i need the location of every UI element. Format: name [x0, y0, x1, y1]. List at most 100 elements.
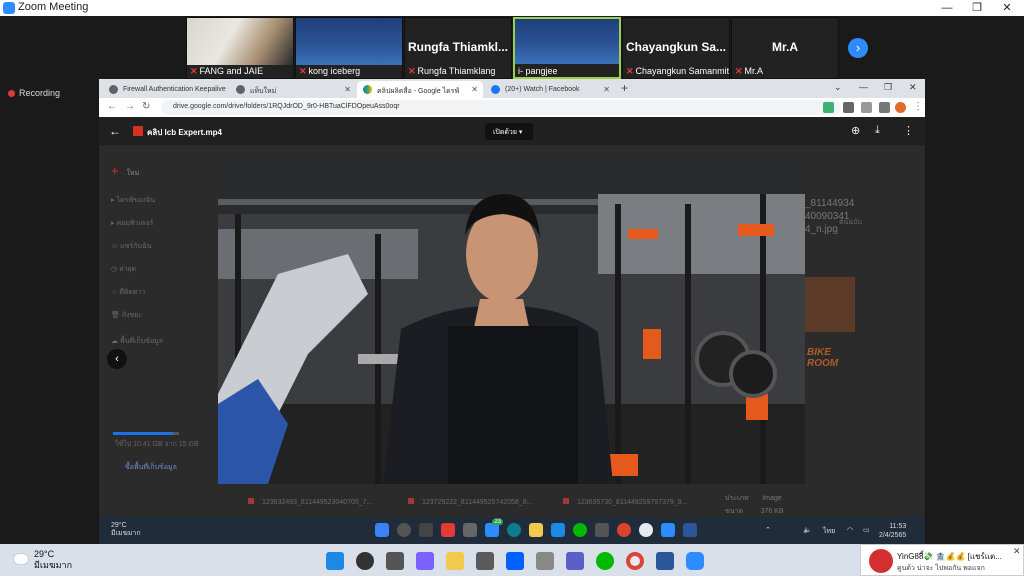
- sidebar-item-computers[interactable]: ▸ คอมพิวเตอร์: [111, 218, 153, 229]
- tab-google-drive[interactable]: คลิปผลิตสื่อ - Google ไดรฟ์ ✕: [357, 81, 483, 98]
- recording-indicator[interactable]: Recording: [8, 88, 60, 98]
- weather-widget[interactable]: 29°C มีเมฆมาก: [111, 522, 141, 538]
- battery-icon[interactable]: ▭: [863, 526, 870, 534]
- app-icon[interactable]: [595, 523, 609, 537]
- download-icon[interactable]: ⤓: [875, 124, 880, 137]
- windows-app-icon[interactable]: [463, 523, 477, 537]
- tab-new-tab[interactable]: แท็บใหม่ ✕: [230, 81, 356, 98]
- open-with-button[interactable]: เปิดด้วย ▾: [485, 123, 533, 140]
- new-button[interactable]: + ใหม่: [111, 163, 139, 179]
- clock[interactable]: 11:53 2/4/2565: [879, 522, 906, 540]
- notification-toast[interactable]: YinG88ี้💸 🏦💰💰 [แชร์แต... คูนด้ว น่าจะ ไป…: [860, 544, 1024, 576]
- search-icon[interactable]: [356, 552, 374, 570]
- task-view-icon[interactable]: [386, 552, 404, 570]
- notepad-icon[interactable]: [476, 552, 494, 570]
- back-arrow-icon[interactable]: ←: [109, 124, 121, 138]
- video-player[interactable]: [218, 154, 805, 484]
- mic-muted-icon: ✕: [735, 66, 743, 76]
- line-icon[interactable]: [596, 552, 614, 570]
- teams-chat-icon[interactable]: [416, 552, 434, 570]
- participant-tile-active-speaker[interactable]: i- pangjee: [513, 17, 621, 79]
- extension-icon[interactable]: [823, 102, 834, 113]
- chevron-down-icon[interactable]: ⌄: [834, 82, 842, 93]
- reload-icon[interactable]: ↻: [142, 101, 150, 112]
- close-notification-icon[interactable]: ✕: [1013, 546, 1021, 557]
- forward-icon[interactable]: →: [125, 101, 135, 112]
- participant-tile[interactable]: Mr.A ✕ Mr.A: [731, 17, 839, 79]
- close-tab-icon[interactable]: ✕: [471, 85, 478, 94]
- windows-start-icon[interactable]: [326, 552, 344, 570]
- participant-tile[interactable]: Rungfa Thiamkl... ✕ Rungfa Thiamklang: [404, 17, 512, 79]
- maximize-icon[interactable]: ❐: [963, 0, 991, 16]
- mic-muted-icon: ✕: [299, 66, 307, 76]
- zoom-icon[interactable]: [661, 523, 675, 537]
- folder-icon[interactable]: [529, 523, 543, 537]
- close-tab-icon[interactable]: ✕: [344, 85, 351, 94]
- zoom-icon[interactable]: [686, 552, 704, 570]
- line-icon[interactable]: [573, 523, 587, 537]
- sidebar-item-starred[interactable]: ☆ ที่ติดดาว: [111, 287, 145, 298]
- dropbox-icon[interactable]: [506, 552, 524, 570]
- powerpoint-icon[interactable]: [617, 523, 631, 537]
- chrome-icon[interactable]: [639, 523, 653, 537]
- participant-tile[interactable]: ✕ FANG and JAIE: [186, 17, 294, 79]
- tray-chevron-icon[interactable]: ⌃: [765, 526, 771, 534]
- wifi-icon[interactable]: ◠: [847, 526, 853, 534]
- file-item[interactable]: 123635730_811449259797379_9...: [563, 498, 687, 506]
- back-icon[interactable]: ←: [107, 101, 117, 112]
- gift-app-icon[interactable]: [441, 523, 455, 537]
- sidebar-icon[interactable]: [879, 102, 890, 113]
- word-icon[interactable]: [683, 523, 697, 537]
- tab-firewall[interactable]: Firewall Authentication Keepalive: [103, 81, 229, 98]
- cloud-icon: [14, 554, 28, 564]
- close-icon[interactable]: ✕: [993, 0, 1021, 16]
- task-view-icon[interactable]: [419, 523, 433, 537]
- windows-start-icon[interactable]: [375, 523, 389, 537]
- edge-icon[interactable]: [507, 523, 521, 537]
- file-item[interactable]: 123632493_811449523040705_7...: [248, 498, 372, 506]
- mail-icon[interactable]: 23: [485, 519, 503, 537]
- menu-icon[interactable]: ⋮: [913, 101, 923, 112]
- file-item[interactable]: 123729222_811449525742058_8...: [408, 498, 532, 506]
- camera-feed: [296, 18, 402, 65]
- next-page-button[interactable]: ›: [848, 38, 868, 58]
- participant-tile[interactable]: Chayangkun Sa... ✕ Chayangkun Samanmit: [622, 17, 730, 79]
- snipping-tool-icon[interactable]: [536, 552, 554, 570]
- language-indicator[interactable]: ไทย: [823, 526, 835, 537]
- tab-facebook[interactable]: (20+) Watch | Facebook ✕: [485, 81, 615, 98]
- puzzle-icon[interactable]: [843, 102, 854, 113]
- minimize-icon[interactable]: —: [859, 82, 868, 92]
- mic-muted-icon: ✕: [190, 66, 198, 76]
- previous-file-button[interactable]: ‹: [107, 349, 127, 369]
- sidebar-item-shared[interactable]: ☺ แชร์กับฉัน: [111, 241, 151, 252]
- shared-taskbar: 29°C มีเมฆมาก 23 ⌃ 🔈 ไทย ◠ ▭ 11:53 2/4/256…: [99, 517, 925, 544]
- original-label: ต้นฉบับ: [839, 219, 862, 226]
- teams-icon[interactable]: [566, 552, 584, 570]
- sender-avatar: [869, 549, 893, 573]
- close-tab-icon[interactable]: ✕: [603, 85, 610, 94]
- minimize-icon[interactable]: —: [933, 0, 961, 16]
- chrome-icon[interactable]: [626, 552, 644, 570]
- restore-icon[interactable]: ❐: [884, 82, 892, 93]
- volume-icon[interactable]: 🔈: [803, 526, 812, 534]
- search-icon[interactable]: [397, 523, 411, 537]
- new-tab-icon[interactable]: +: [621, 81, 628, 95]
- weather-widget[interactable]: 29°C มีเมฆมาก: [34, 549, 72, 571]
- sidebar-item-recent[interactable]: ◷ ล่าสุด: [111, 264, 136, 275]
- buy-storage-link[interactable]: ซื้อพื้นที่เก็บข้อมูล: [125, 462, 177, 473]
- file-name: คลิป Icb Expert.mp4: [147, 128, 222, 137]
- media-icon[interactable]: [861, 102, 872, 113]
- recording-label: Recording: [19, 88, 61, 98]
- more-options-icon[interactable]: ⋮: [903, 124, 914, 137]
- word-icon[interactable]: [656, 552, 674, 570]
- calendar-icon[interactable]: [551, 523, 565, 537]
- participant-tile[interactable]: ✕ kong iceberg: [295, 17, 403, 79]
- folder-icon[interactable]: [446, 552, 464, 570]
- close-icon[interactable]: ✕: [909, 82, 917, 93]
- add-shortcut-icon[interactable]: ⊕: [851, 124, 860, 137]
- sidebar-item-trash[interactable]: 🗑 ถังขยะ: [111, 310, 142, 321]
- sidebar-item-storage[interactable]: ☁ พื้นที่เก็บข้อมูล: [111, 336, 163, 347]
- sidebar-item-my-drive[interactable]: ▸ ไดรฟ์ของฉัน: [111, 195, 155, 206]
- avatar[interactable]: [895, 102, 906, 113]
- address-bar[interactable]: drive.google.com/drive/folders/1RQJdrOD_…: [161, 100, 841, 115]
